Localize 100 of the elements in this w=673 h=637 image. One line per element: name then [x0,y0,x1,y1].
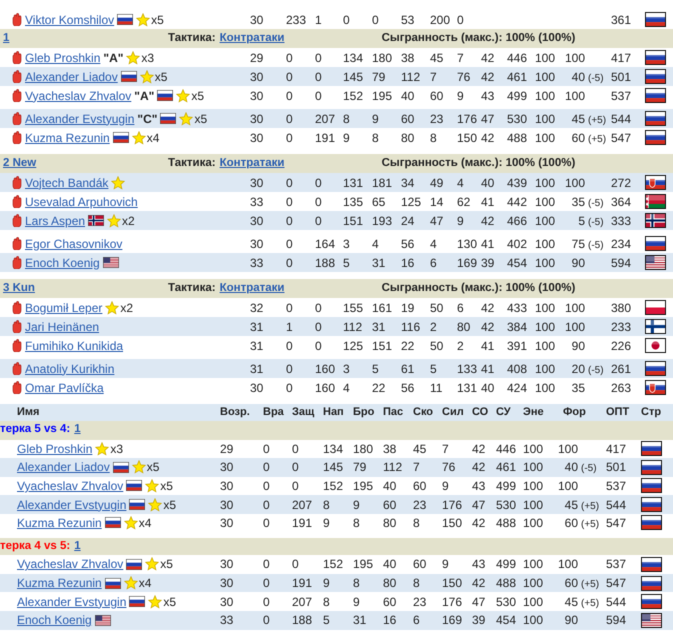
table-cell: 145 [320,458,350,477]
table-cell-text: 1 [314,12,323,28]
table-cell: 16 [398,253,427,272]
table-cell: 62 [454,192,478,211]
player-name-link[interactable]: Enoch Koenig [25,254,100,272]
player-name-link[interactable]: Kuzma Rezunin [17,574,102,592]
column-header: Вра [260,404,289,420]
form-value: 90 [570,254,585,272]
player-name-link[interactable]: Bogumił Leper [25,298,102,316]
table-cell: 0 [283,298,312,317]
form-value: 45 [564,496,578,514]
table-cell: 0 [260,555,289,574]
tactic-link[interactable]: Контратаки [220,30,382,48]
form-modifier: (-5) [588,238,605,252]
glove-icon [12,339,22,352]
table-cell: 9 [350,592,380,611]
line-link[interactable]: 1 [74,423,81,436]
table-cell: 176 [439,495,469,514]
glove-icon [12,320,22,333]
player-name-link[interactable]: Vojtech Bandák [25,174,108,192]
table-cell: 9 [320,574,350,592]
table-cell: 31 [369,317,398,336]
column-header: Фор [548,404,603,420]
cohesion-text: Сыгранность (макс.): 100% (100%) [382,156,576,171]
table-cell: 0 [283,359,312,378]
tactic-link[interactable]: Контратаки [220,280,382,298]
column-header: Нап [320,404,350,420]
glove-icon [12,256,22,269]
player-name-link[interactable]: Vyacheslav Zhvalov [17,476,124,495]
line-link[interactable]: 3 Kun [3,280,168,298]
table-cell: 7 [454,48,478,67]
table-cell: 8 [320,592,350,611]
table-cell: 32 [247,298,283,317]
player-name-link[interactable]: Kuzma Rezunin [17,514,102,532]
player-name-link[interactable]: Alexander Liadov [17,458,110,476]
table-cell: 38 [398,48,427,67]
table-cell: 100 [532,86,555,105]
table-cell: 0 [312,336,340,355]
table-cell: 333 [608,211,642,230]
form-value: 75 [570,236,585,252]
line-link[interactable]: 1 [3,30,168,48]
table-cell: 42 [478,298,504,317]
player-name-link[interactable]: Fumihiko Kunikida [25,336,124,354]
form-value: 100 [564,318,585,336]
player-name-link[interactable]: Kuzma Rezunin [25,128,110,146]
table-cell: 42 [469,514,493,535]
column-header: Защ [289,404,320,420]
table-cell: 544 [608,109,642,128]
special-team-label: терка 4 vs 5: [0,540,70,552]
table-cell: 47 [427,211,454,230]
table-cell: 0 [260,495,289,514]
player-name-link[interactable]: Lars Aspen [25,212,86,230]
table-cell: 34 [398,173,427,192]
player-name-link[interactable]: Alexander Evstyugin [25,110,134,128]
glove-icon [12,362,22,375]
player-name-link[interactable]: Jari Heinänen [25,318,100,336]
table-cell: 24 [398,211,427,230]
form-modifier: (-5) [581,462,598,476]
player-name-link[interactable]: Anatoliy Kurikhin [25,360,114,378]
table-cell: 31 [247,359,283,378]
table-cell: 176 [454,109,478,128]
player-name-link[interactable]: Alexander Liadov [25,68,118,86]
player-name-link[interactable]: Omar Pavlíčka [25,378,104,396]
table-cell: 4 [427,234,454,253]
table-cell: 0 [260,458,289,477]
column-header: Имя [0,404,217,420]
player-name-link[interactable]: Alexander Evstyugin [17,592,126,611]
table-cell: 0 [312,211,340,230]
player-name-link[interactable]: Usevalad Arpuhovich [25,192,138,210]
star-count: x5 [194,110,208,128]
table-cell: 499 [493,476,520,496]
player-name-link[interactable]: Gleb Proshkin [25,48,100,66]
line-link[interactable]: 1 [74,540,81,552]
player-name-link[interactable]: Vyacheslav Zhvalov [25,86,132,104]
table-cell: 29 [217,440,260,458]
tactic-link[interactable]: Контратаки [220,154,382,172]
table-cell: 0 [312,48,340,67]
table-cell: 433 [504,298,532,317]
table-cell: 135 [340,192,369,211]
table-cell: 100 [520,555,548,574]
form-value: 100 [556,478,578,495]
player-name-link[interactable]: Viktor Komshilov [25,10,114,28]
player-name-link[interactable]: Alexander Evstyugin [17,496,126,514]
star-count: x5 [154,68,168,86]
glove-icon [12,51,22,64]
star-count: x2 [122,212,135,230]
table-cell: 8 [427,128,454,147]
line-link[interactable]: 2 New [3,154,168,172]
table-cell: 364 [608,192,642,211]
player-name-link[interactable]: Gleb Proshkin [17,440,92,458]
player-name-link[interactable]: Enoch Koenig [17,611,92,630]
table-cell: 191 [312,128,340,147]
table-cell: 9 [439,555,469,574]
table-cell: 9 [340,128,369,147]
player-name-link[interactable]: Vyacheslav Zhvalov [17,555,124,574]
table-cell: 0 [283,192,312,211]
table-cell: 151 [369,336,398,355]
column-header: Бро [350,404,380,420]
form-value: 60 [564,575,578,592]
player-name-link[interactable]: Egor Chasovnikov [25,234,122,252]
